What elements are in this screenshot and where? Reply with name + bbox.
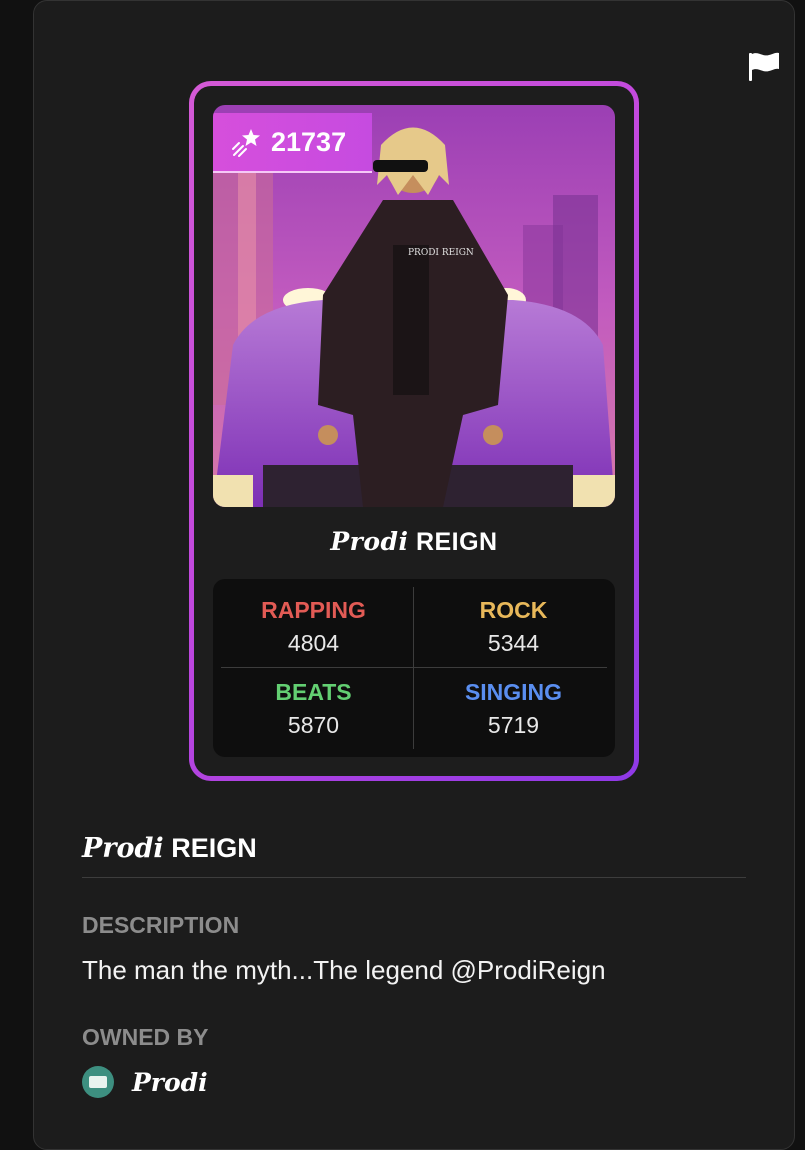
score-value: 21737 [271, 126, 347, 157]
owner-link[interactable]: Prodi [82, 1066, 208, 1098]
stats-grid: RAPPING 4804 ROCK 5344 BEATS 5870 SINGIN… [213, 579, 615, 757]
nft-title-prefix: Prodi [82, 833, 164, 864]
stat-value: 4804 [287, 630, 340, 656]
stat-rock: ROCK 5344 [417, 579, 610, 659]
flag-icon [749, 52, 779, 81]
stats-divider-vertical [413, 587, 414, 749]
nft-title: Prodi REIGN [82, 833, 257, 864]
avatar [82, 1066, 114, 1098]
shooting-star-icon [231, 126, 263, 158]
flag-button[interactable] [746, 49, 782, 85]
stat-value: 5719 [487, 712, 540, 738]
description-label: DESCRIPTION [82, 912, 240, 938]
description-text: The man the myth...The legend @ProdiReig… [82, 955, 606, 985]
stat-label: BEATS [275, 679, 352, 705]
stat-label: RAPPING [261, 597, 366, 623]
stat-label: ROCK [479, 597, 548, 623]
owned-by-label: OWNED BY [82, 1024, 209, 1050]
score-badge: 21737 [213, 113, 372, 173]
stat-value: 5870 [287, 712, 340, 738]
stat-singing: SINGING 5719 [417, 661, 610, 741]
stat-label: SINGING [464, 679, 563, 705]
card-inner: PRODI REIGN 21737 Prodi REIGN RAPPING 48… [194, 86, 634, 776]
stat-value: 5344 [487, 630, 540, 656]
divider [82, 877, 746, 878]
card-title-suffix: REIGN [415, 528, 498, 556]
card-artwork: PRODI REIGN 21737 [213, 105, 615, 507]
card-title-prefix: Prodi [330, 527, 409, 556]
art-chain-text: PRODI REIGN [408, 248, 474, 258]
nft-title-suffix: REIGN [171, 833, 257, 863]
stat-beats: BEATS 5870 [217, 661, 410, 741]
stat-rapping: RAPPING 4804 [217, 579, 410, 659]
owner-name[interactable]: Prodi [132, 1068, 208, 1097]
card-title: Prodi REIGN [194, 527, 634, 557]
nft-card[interactable]: PRODI REIGN 21737 Prodi REIGN RAPPING 48… [189, 81, 639, 781]
